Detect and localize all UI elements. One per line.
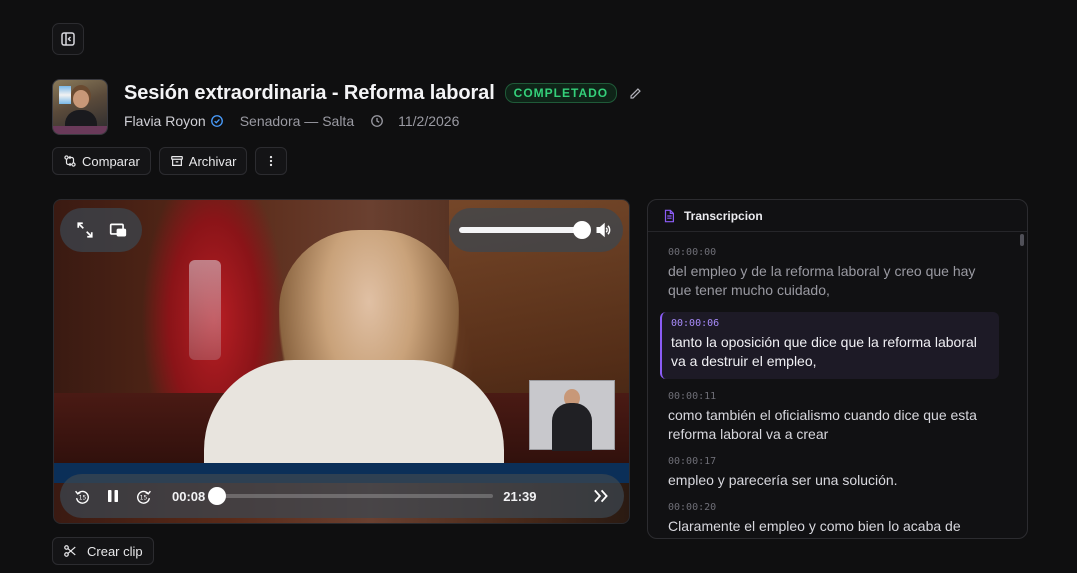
compare-button[interactable]: Comparar — [52, 147, 151, 175]
edit-title-button[interactable] — [629, 87, 642, 100]
status-badge: COMPLETADO — [504, 83, 618, 103]
segment-timestamp: 00:00:00 — [668, 247, 717, 258]
volume-icon — [596, 222, 611, 238]
sidebar-collapse-icon — [61, 32, 75, 46]
segment-timestamp: 00:00:06 — [671, 318, 720, 329]
fast-forward-icon — [594, 489, 608, 503]
fullscreen-button[interactable] — [76, 221, 94, 239]
avatar — [52, 79, 108, 135]
picture-in-picture-icon — [109, 223, 126, 237]
page-title: Sesión extraordinaria - Reforma laboral — [124, 81, 495, 104]
rewind-15-icon: 15 — [75, 490, 89, 504]
vertical-dots-icon — [270, 155, 273, 167]
volume-slider[interactable] — [459, 221, 591, 239]
transcript-panel: Transcripcion 00:00:00 del empleo y de l… — [647, 199, 1028, 539]
view-controls — [60, 208, 142, 252]
svg-text:15: 15 — [140, 495, 148, 501]
create-clip-button[interactable]: Crear clip — [52, 537, 154, 565]
transcript-segment[interactable]: 00:00:00 del empleo y de la reforma labo… — [648, 247, 1017, 300]
pause-icon — [108, 490, 118, 502]
more-options-button[interactable] — [255, 147, 288, 175]
create-clip-label: Crear clip — [87, 543, 143, 559]
compare-label: Comparar — [82, 153, 140, 169]
transcript-segment[interactable]: 00:00:11 como también el oficialismo cua… — [648, 391, 1017, 444]
volume-control — [449, 208, 623, 252]
transcript-segment[interactable]: 00:00:17 empleo y parecería ser una solu… — [648, 456, 1017, 490]
action-bar: Comparar Archivar — [52, 147, 288, 175]
archive-label: Archivar — [188, 153, 237, 169]
playback-bar: 15 15 00:08 21:39 — [60, 474, 624, 518]
archive-button[interactable]: Archivar — [158, 147, 248, 175]
svg-text:15: 15 — [79, 495, 87, 501]
seek-bar[interactable] — [207, 487, 494, 505]
transcript-scrollbar[interactable] — [1020, 234, 1024, 246]
segment-timestamp: 00:00:20 — [668, 502, 717, 513]
pause-button[interactable] — [105, 488, 121, 504]
segment-text: del empleo y de la reforma laboral y cre… — [668, 263, 976, 298]
transcript-segment[interactable]: 00:00:20 Claramente el empleo y como bie… — [648, 502, 1017, 536]
transcript-title: Transcripcion — [684, 208, 763, 223]
segment-text: Claramente el empleo y como bien lo acab… — [668, 518, 961, 534]
scissors-icon — [64, 545, 76, 557]
forward-15-icon: 15 — [137, 490, 151, 504]
document-icon — [664, 209, 674, 222]
speaker-name: Flavia Royon — [124, 113, 206, 129]
transcript-list: 00:00:00 del empleo y de la reforma labo… — [648, 233, 1017, 538]
segment-text: empleo y parecería ser una solución. — [668, 472, 898, 488]
seek-thumb[interactable] — [207, 487, 226, 505]
segment-timestamp: 00:00:11 — [668, 391, 717, 402]
transcript-header: Transcripcion — [648, 200, 1027, 232]
playback-speed-button[interactable] — [592, 487, 610, 505]
duration: 21:39 — [503, 488, 537, 504]
transcript-segment-active[interactable]: 00:00:06 tanto la oposición que dice que… — [660, 312, 999, 379]
segment-timestamp: 00:00:17 — [668, 456, 717, 467]
pencil-icon — [630, 87, 641, 99]
segment-text: como también el oficialismo cuando dice … — [668, 407, 977, 442]
session-date: 11/2/2026 — [398, 113, 460, 129]
mute-button[interactable] — [595, 221, 613, 239]
clock-icon — [370, 114, 384, 128]
forward-15-button[interactable]: 15 — [135, 488, 152, 505]
page-header: Sesión extraordinaria - Reforma laboral … — [52, 79, 642, 135]
video-player[interactable]: 15 15 00:08 21:39 — [53, 199, 630, 524]
archive-box-icon — [170, 156, 183, 166]
rewind-15-button[interactable]: 15 — [74, 488, 91, 505]
current-time: 00:08 — [172, 488, 206, 504]
verified-check-icon — [210, 114, 224, 128]
volume-slider-thumb[interactable] — [573, 221, 591, 239]
pip-button[interactable] — [109, 221, 127, 239]
expand-icon — [76, 222, 93, 238]
sign-language-inset — [529, 380, 615, 451]
compare-arrows-icon — [64, 155, 76, 167]
speaker-role: Senadora — Salta — [239, 113, 355, 129]
sidebar-toggle-button[interactable] — [52, 23, 84, 55]
segment-text: tanto la oposición que dice que la refor… — [671, 334, 977, 369]
